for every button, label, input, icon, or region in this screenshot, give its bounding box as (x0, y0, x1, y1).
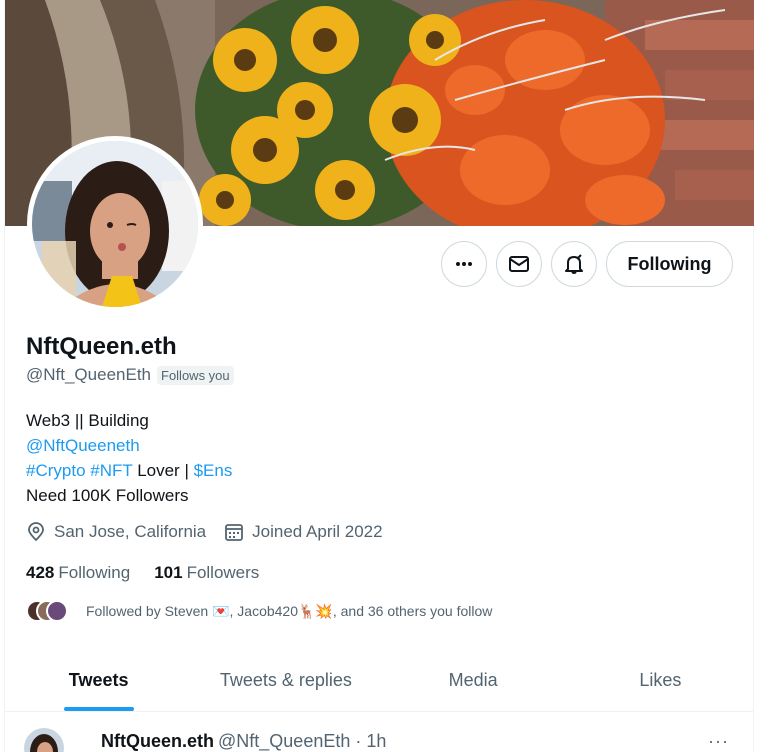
tab-likes[interactable]: Likes (567, 650, 754, 711)
followers-label: Followers (186, 563, 260, 582)
tweet-header: NftQueen.eth @Nft_QueenEth · 1h (101, 731, 386, 752)
profile-handle: @Nft_QueenEth (26, 365, 151, 384)
followed-by-link[interactable]: Followed by Steven 💌, Jacob420🦌💥, and 36… (26, 600, 492, 622)
profile-tabs: Tweets Tweets & replies Media Likes (5, 650, 754, 712)
location-text: San Jose, California (54, 522, 207, 541)
join-date: Joined April 2022 (224, 522, 383, 542)
tab-tweets[interactable]: Tweets (5, 650, 192, 711)
active-tab-indicator (63, 707, 134, 711)
avatar (46, 600, 68, 622)
more-button[interactable] (441, 241, 487, 287)
bio-line: Web3 || Building (26, 411, 149, 430)
tweet-item[interactable]: NftQueen.eth @Nft_QueenEth · 1h ··· (5, 713, 754, 752)
tab-label: Tweets (68, 670, 129, 690)
hashtag-nft-link[interactable]: #NFT (90, 461, 132, 480)
profile-page: Following NftQueen.eth @Nft_QueenEth Fol… (4, 0, 754, 752)
followers-count-link[interactable]: 101 Followers (154, 563, 259, 583)
bio-mention-link[interactable]: @NftQueeneth (26, 436, 140, 455)
profile-bio: Web3 || Building @NftQueeneth #Crypto #N… (26, 408, 232, 508)
followers-count: 101 (154, 563, 183, 582)
calendar-icon (225, 524, 244, 541)
hashtag-crypto-link[interactable]: #Crypto (26, 461, 86, 480)
notifications-button[interactable] (551, 241, 597, 287)
following-count-link[interactable]: 428 Following (26, 563, 130, 583)
profile-meta: San Jose, California Joined April 2022 (26, 522, 401, 542)
tab-tweets-and-replies[interactable]: Tweets & replies (192, 650, 379, 711)
handle-row: @Nft_QueenEth Follows you (26, 365, 234, 385)
bio-text: Lover | (132, 461, 194, 480)
following-button[interactable]: Following (606, 241, 733, 287)
location: San Jose, California (26, 522, 206, 542)
follows-you-badge: Follows you (157, 365, 234, 385)
join-date-text: Joined April 2022 (252, 522, 383, 541)
tweet-author-name[interactable]: NftQueen.eth (101, 731, 214, 752)
followed-by-text: Followed by Steven 💌, Jacob420🦌💥, and 36… (86, 602, 493, 619)
mutual-avatars (26, 600, 76, 622)
location-pin-icon (28, 522, 44, 542)
more-icon (456, 262, 472, 266)
bio-line: Need 100K Followers (26, 486, 189, 505)
cashtag-ens-link[interactable]: $Ens (194, 461, 233, 480)
tab-label: Media (448, 670, 498, 690)
follow-counts: 428 Following 101 Followers (26, 563, 283, 583)
avatar[interactable] (24, 728, 64, 752)
tweet-more-button[interactable]: ··· (708, 731, 729, 752)
display-name: NftQueen.eth (26, 333, 177, 360)
following-count: 428 (26, 563, 55, 582)
tab-media[interactable]: Media (380, 650, 567, 711)
tab-label: Likes (639, 670, 682, 690)
profile-avatar[interactable] (27, 136, 203, 312)
following-label: Following (58, 563, 131, 582)
tab-label: Tweets & replies (219, 670, 352, 690)
bell-icon (565, 254, 583, 274)
message-button[interactable] (496, 241, 542, 287)
mail-icon (509, 256, 529, 272)
tweet-handle-time: @Nft_QueenEth · 1h (218, 731, 387, 751)
